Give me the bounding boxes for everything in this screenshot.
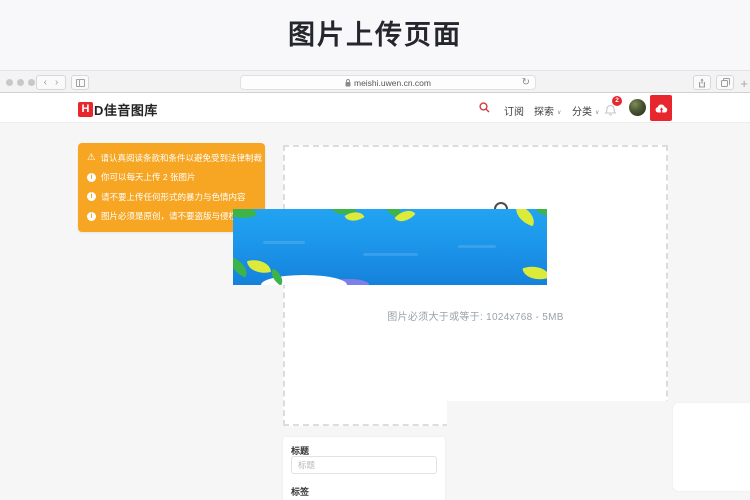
warning-icon: ⚠ [87, 153, 96, 163]
cloud-streak [363, 253, 418, 256]
info-icon: i [87, 192, 96, 201]
info-icon: i [87, 212, 96, 221]
logo-badge: H [78, 102, 93, 117]
new-tab-button[interactable]: + [740, 76, 748, 91]
site-logo[interactable]: H D佳音图库 [78, 100, 158, 119]
user-avatar[interactable] [629, 99, 646, 116]
nav-item-explore[interactable]: 探索∨ [534, 103, 561, 118]
notice-text: 请认真阅读条款和条件以避免受到法律制裁 [101, 152, 263, 164]
notice-item: i 你可以每天上传 2 张图片 [87, 168, 256, 188]
browser-toolbar: ‹ › meishi.uwen.cn.com ↻ [0, 70, 750, 93]
nav-label: 探索 [534, 107, 554, 118]
title-input[interactable] [291, 456, 437, 474]
upload-dropzone[interactable] [283, 145, 668, 426]
nav-label: 订阅 [504, 107, 524, 118]
leaf-decoration [536, 209, 547, 217]
share-button[interactable] [693, 75, 711, 90]
page-title: 图片上传页面 [0, 13, 750, 52]
url-text: meishi.uwen.cn.com [354, 78, 431, 88]
background-patch [447, 401, 668, 428]
tabs-overview-button[interactable] [716, 75, 734, 90]
nav-label: 分类 [572, 107, 592, 118]
notice-text: 请不要上传任何形式的暴力与色情内容 [101, 191, 246, 203]
notice-item: i 图片必须是原创，请不要盗版与侵权 [87, 207, 256, 227]
traffic-light-dot[interactable] [28, 79, 35, 86]
form-card: 标题 标签 [283, 437, 445, 500]
site-header: H D佳音图库 订阅 探索∨ 分类∨ 2 [0, 93, 750, 123]
cloud-streak [458, 245, 496, 248]
size-requirement-hint: 图片必须大于或等于: 1024x768 - 5MB [283, 308, 668, 323]
chevron-down-icon: ∨ [557, 110, 561, 116]
cloud-streak [263, 241, 305, 244]
bell-icon [604, 104, 617, 117]
sidebar-icon [76, 79, 85, 87]
traffic-light-dot[interactable] [17, 79, 24, 86]
refresh-icon[interactable]: ↻ [522, 77, 530, 88]
screenshot-stage: 图片上传页面 ‹ › meishi.uwen.cn.com ↻ [0, 0, 750, 500]
leaf-decoration [247, 257, 271, 276]
address-bar[interactable]: meishi.uwen.cn.com ↻ [240, 75, 536, 90]
forward-icon[interactable]: › [55, 78, 58, 88]
leaf-decoration [522, 262, 547, 284]
chevron-down-icon: ∨ [595, 110, 599, 116]
leaf-decoration [233, 209, 257, 224]
info-icon: i [87, 173, 96, 182]
history-nav-buttons[interactable]: ‹ › [36, 75, 66, 90]
side-panel [673, 403, 750, 491]
lock-icon [345, 79, 351, 87]
cloud-upload-icon [655, 103, 668, 114]
tabs-icon [721, 78, 730, 87]
share-icon [698, 78, 706, 88]
sidebar-toggle-button[interactable] [71, 75, 89, 90]
notice-text: 图片必须是原创，请不要盗版与侵权 [101, 210, 237, 222]
upload-button[interactable] [650, 95, 672, 121]
leaf-decoration [512, 209, 538, 226]
search-icon [479, 102, 490, 113]
notice-item: i 请不要上传任何形式的暴力与色情内容 [87, 187, 256, 207]
search-button[interactable] [479, 102, 490, 113]
nav-item-subscribe[interactable]: 订阅 [504, 103, 524, 118]
window-controls[interactable] [6, 79, 35, 86]
traffic-light-dot[interactable] [6, 79, 13, 86]
nav-item-categories[interactable]: 分类∨ [572, 103, 599, 118]
page-content: ⚠ 请认真阅读条款和条件以避免受到法律制裁 i 你可以每天上传 2 张图片 i … [0, 123, 750, 500]
tags-label: 标签 [291, 485, 309, 498]
notification-badge: 2 [612, 96, 622, 106]
notice-item: ⚠ 请认真阅读条款和条件以避免受到法律制裁 [87, 148, 256, 168]
logo-text: D佳音图库 [94, 100, 158, 119]
back-icon[interactable]: ‹ [44, 78, 47, 88]
image-preview[interactable] [233, 209, 547, 285]
notice-text: 你可以每天上传 2 张图片 [101, 171, 195, 183]
notifications-button[interactable]: 2 [604, 98, 622, 118]
